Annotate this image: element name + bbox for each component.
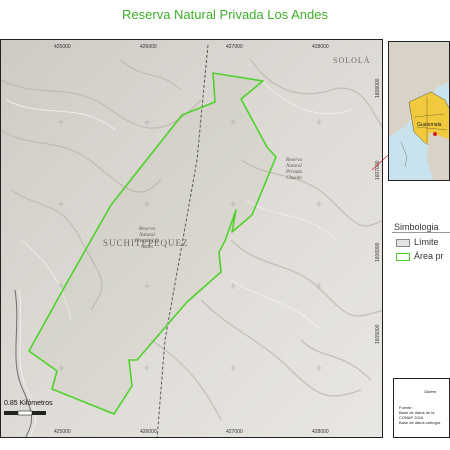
- legend-divider: [392, 232, 450, 233]
- tick-top-2: 426000: [140, 44, 157, 50]
- legend-title: Simbologia: [394, 222, 439, 232]
- tick-right-1: 1608000: [375, 78, 381, 98]
- terrain-map: [1, 40, 382, 437]
- reserve-label-chusita: Reserva Natural Privada Chusita: [285, 158, 303, 181]
- info-line-4: Base de datos cartogra: [399, 420, 441, 425]
- legend-item-area: Área pr: [396, 251, 444, 261]
- tick-right-4: 1605000: [375, 324, 381, 344]
- tick-bottom-2: 426000: [140, 429, 157, 435]
- inset-graphic: [389, 42, 449, 180]
- legend-item-limite: Límite: [396, 237, 439, 247]
- map-title: Reserva Natural Privada Los Andes: [122, 7, 328, 22]
- legend-swatch-limite: [396, 238, 410, 247]
- info-box: Sistem Fuente: Base de datos de la CONAP…: [393, 378, 450, 438]
- scale-graphic: [4, 410, 46, 416]
- scale-label: 0.85 Kilómetros: [4, 400, 53, 407]
- tick-top-3: 427000: [226, 44, 243, 50]
- info-heading: Sistem: [424, 389, 437, 394]
- scale-bar: 0.85 Kilómetros: [4, 400, 64, 419]
- region-label-solola: SOLOLÁ: [333, 56, 371, 65]
- tick-bottom-1: 425000: [54, 429, 71, 435]
- tick-top-4: 428000: [312, 44, 329, 50]
- main-map[interactable]: 425000 426000 427000 428000 425000 42600…: [0, 39, 383, 438]
- tick-bottom-4: 428000: [312, 429, 329, 435]
- reserve-label-los-andes: Reserva Natural Privada Los Andes: [134, 227, 160, 250]
- legend: Simbologia Límite Área pr: [392, 218, 450, 270]
- tick-right-3: 1606000: [375, 242, 381, 262]
- locator-inset-map[interactable]: Guatemala: [388, 41, 450, 181]
- tick-top-1: 425000: [54, 44, 71, 50]
- legend-swatch-area: [396, 252, 410, 261]
- tick-bottom-3: 427000: [226, 429, 243, 435]
- inset-country-label: Guatemala: [417, 122, 442, 128]
